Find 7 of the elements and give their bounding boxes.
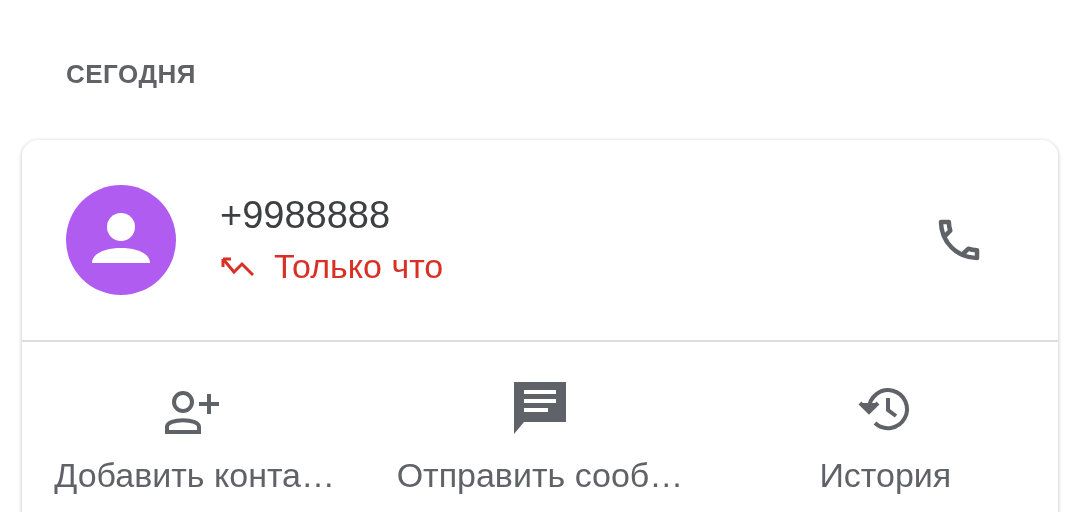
action-button[interactable]: История xyxy=(712,382,1058,495)
phone-number: +9988888 xyxy=(220,194,392,237)
action-button[interactable]: Отправить сооб… xyxy=(367,380,713,495)
avatar-icon xyxy=(66,185,176,295)
action-button[interactable]: Добавить конта… xyxy=(22,388,368,495)
call-time: Только что xyxy=(274,247,444,286)
section-header: СЕГОДНЯ xyxy=(66,58,196,90)
